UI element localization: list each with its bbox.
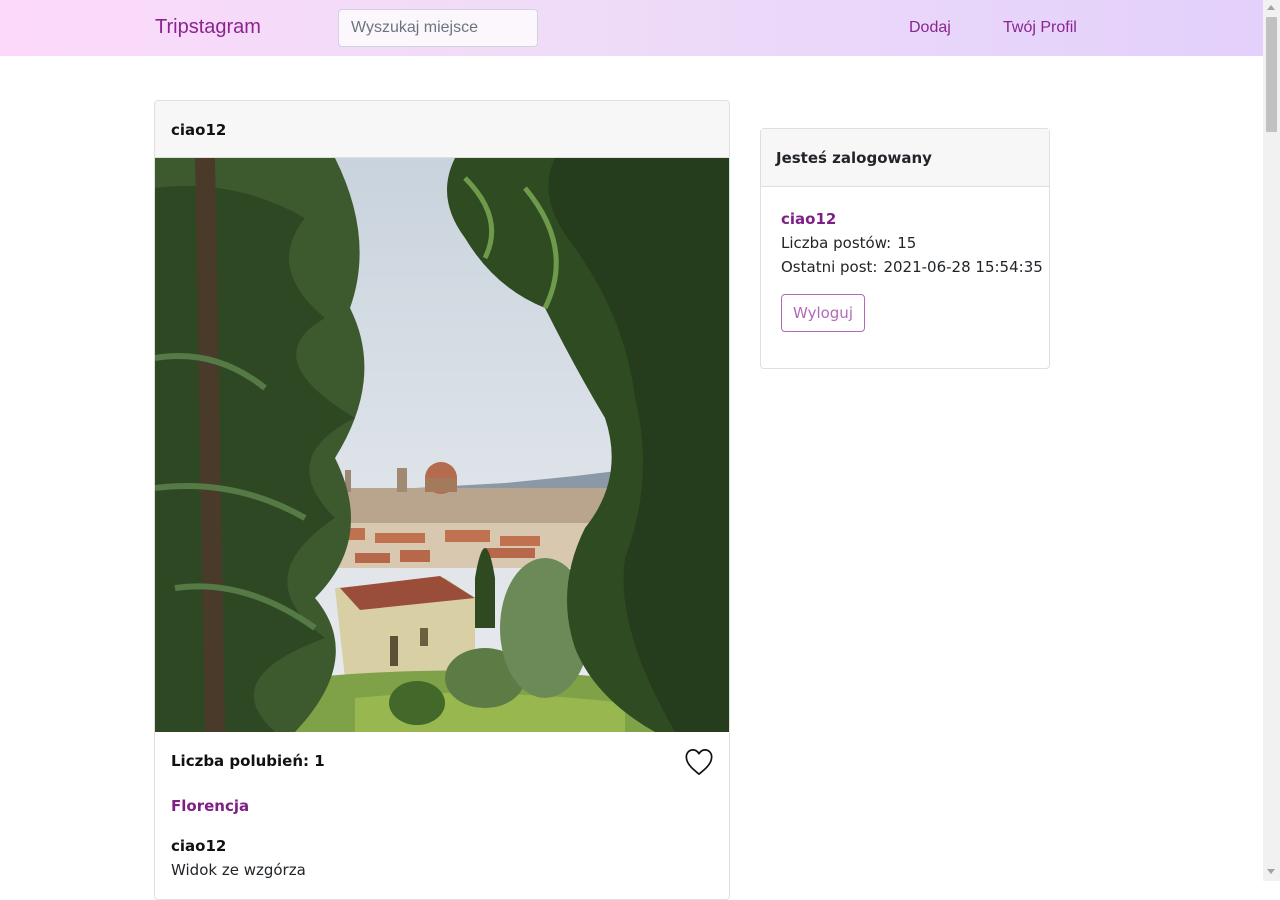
- post-photo[interactable]: [155, 158, 729, 732]
- posts-count: Liczba postów: 15: [781, 234, 916, 252]
- nav-profile-link[interactable]: Twój Profil: [1003, 19, 1077, 37]
- nav-add-link[interactable]: Dodaj: [909, 19, 951, 37]
- logged-in-title: Jesteś zalogowany: [761, 129, 1049, 187]
- search-input[interactable]: [338, 9, 538, 47]
- page-scrollbar[interactable]: [1263, 0, 1280, 881]
- comment-text: Widok ze wzgórza: [171, 861, 306, 879]
- logged-in-card: Jesteś zalogowany ciao12 Liczba postów: 1…: [760, 128, 1050, 369]
- sidebar-username[interactable]: ciao12: [781, 210, 836, 228]
- posts-count-label: Liczba postów:: [781, 234, 892, 252]
- last-post-label: Ostatni post:: [781, 258, 878, 276]
- scroll-down-arrow-icon[interactable]: [1267, 869, 1275, 874]
- navbar: Tripstagram Dodaj Twój Profil: [0, 0, 1263, 56]
- last-post-value: 2021-06-28 15:54:35: [883, 258, 1043, 276]
- logout-button[interactable]: Wyloguj: [781, 294, 865, 332]
- scroll-thumb[interactable]: [1266, 17, 1277, 132]
- last-post: Ostatni post: 2021-06-28 15:54:35: [781, 258, 1043, 276]
- posts-count-value: 15: [897, 234, 917, 252]
- likes-count: Liczba polubień: 1: [171, 752, 325, 770]
- scroll-up-arrow-icon[interactable]: [1267, 5, 1275, 10]
- comment-author: ciao12: [171, 837, 227, 855]
- post-author[interactable]: ciao12: [155, 101, 729, 158]
- heart-outline-icon[interactable]: [684, 748, 714, 776]
- brand-logo[interactable]: Tripstagram: [155, 16, 261, 39]
- post-card: ciao12 Liczba polubień: 1 Florencja ciao…: [154, 100, 730, 900]
- place-link[interactable]: Florencja: [171, 797, 249, 815]
